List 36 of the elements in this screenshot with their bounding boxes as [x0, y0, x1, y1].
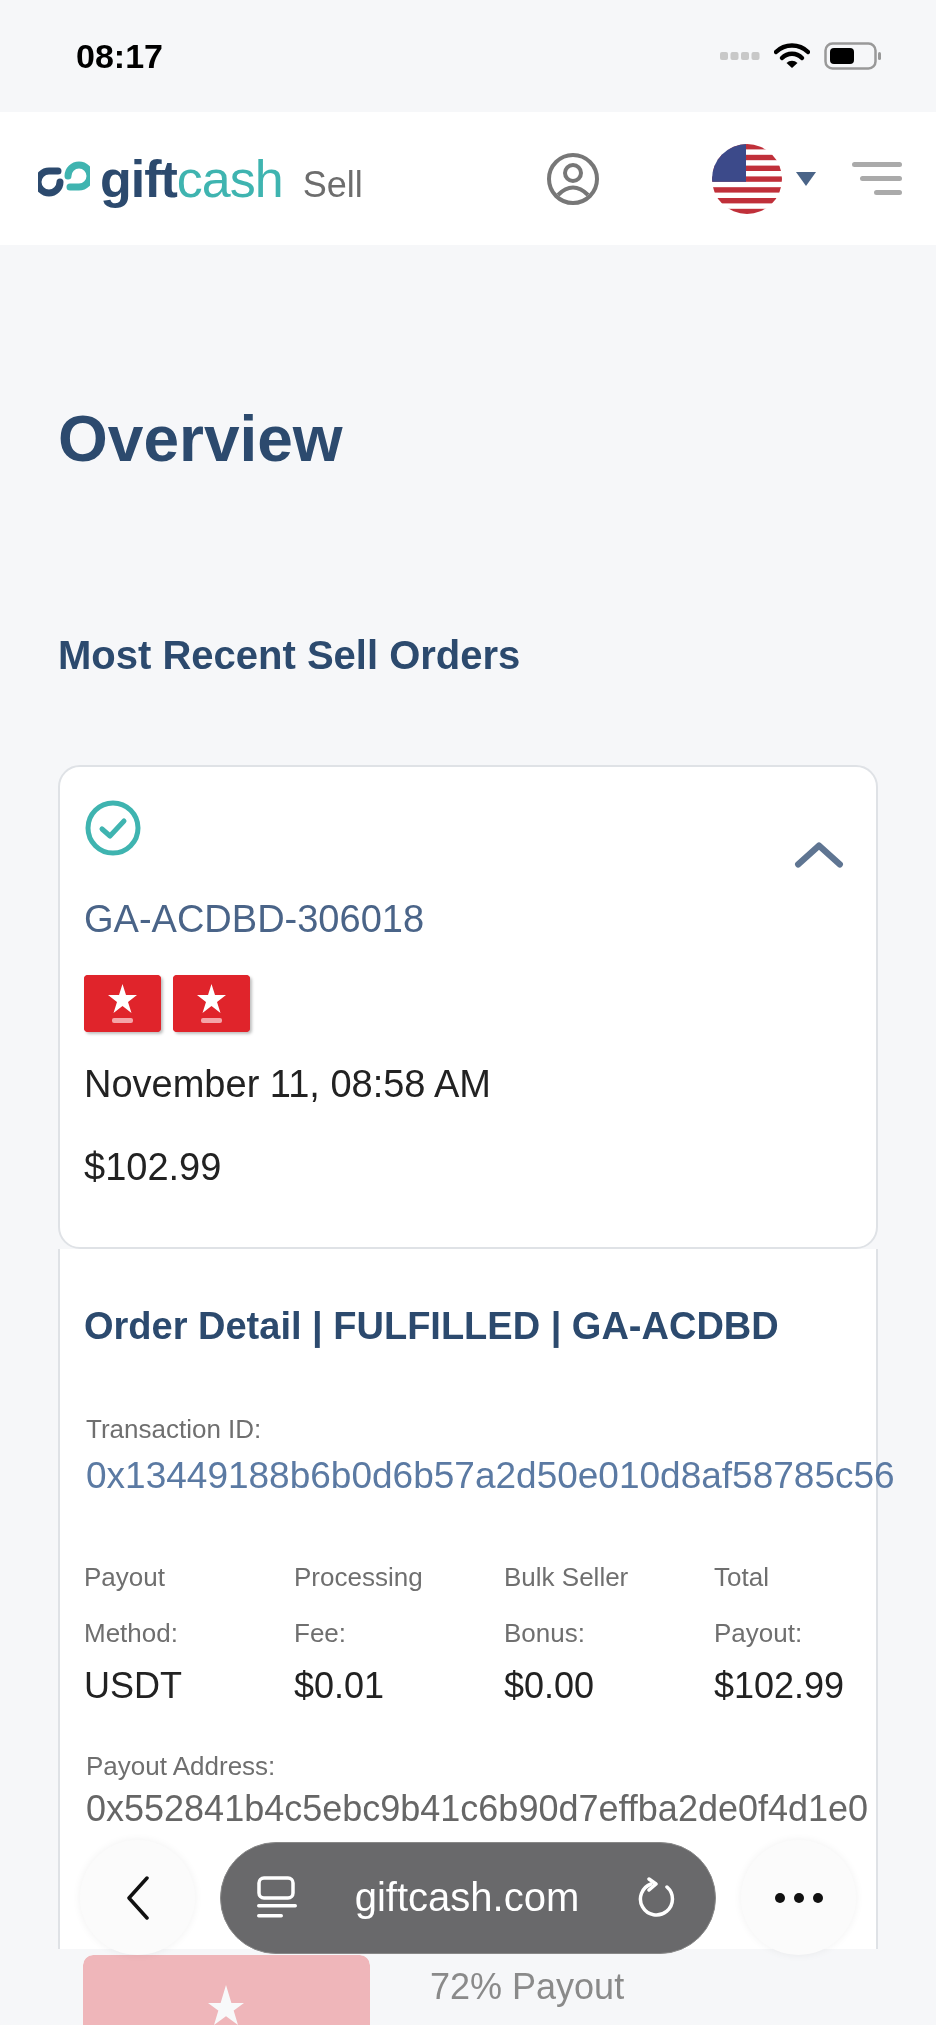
- summary-value: $0.01: [294, 1665, 385, 1707]
- more-icon: [774, 1892, 823, 1903]
- dropdown-caret-icon[interactable]: [796, 171, 816, 186]
- summary-label: Payout Method:: [84, 1561, 179, 1650]
- wifi-icon: [774, 42, 810, 70]
- summary-value: $0.00: [504, 1665, 595, 1707]
- status-time: 08:17: [76, 36, 163, 76]
- reload-icon[interactable]: [637, 1876, 677, 1919]
- payout-address: 0x552841b4c5ebc9b41c6b90d7effba2de0f4d1e0: [86, 1788, 869, 1830]
- payout-address-label: Payout Address:: [86, 1751, 276, 1782]
- reader-icon[interactable]: [257, 1875, 297, 1920]
- page-title: Overview: [58, 407, 344, 471]
- user-account-icon[interactable]: [546, 151, 600, 206]
- order-id: GA-ACDBD-306018: [84, 898, 425, 941]
- payout-text: 72% Payout: [430, 1967, 625, 2007]
- section-title: Most Recent Sell Orders: [58, 635, 522, 675]
- url-text: giftcash.com: [354, 1875, 580, 1920]
- transaction-label: Transaction ID:: [86, 1414, 262, 1445]
- section-label: Sell: [302, 163, 363, 206]
- transaction-id-link[interactable]: 0x13449188b6b0d6b57a2d50e010d8af58785c56: [86, 1455, 895, 1497]
- summary-value: $102.99: [714, 1665, 845, 1707]
- collapse-chevron-icon[interactable]: [794, 841, 844, 869]
- summary-label: Processing Fee:: [294, 1561, 424, 1650]
- flag-icon[interactable]: [712, 143, 782, 214]
- order-amount: $102.99: [84, 1146, 222, 1189]
- brand-name[interactable]: giftcash: [100, 148, 283, 209]
- address-bar[interactable]: giftcash.com: [220, 1841, 716, 1954]
- summary-value: USDT: [84, 1665, 182, 1707]
- battery-icon: [824, 41, 882, 71]
- signal-icon: [720, 51, 760, 61]
- back-icon: [125, 1875, 150, 1920]
- order-date: November 11, 08:58 AM: [84, 1063, 491, 1106]
- summary-label: Total Payout:: [714, 1561, 804, 1650]
- detail-title: Order Detail | FULFILLED | GA-ACDBD: [84, 1305, 779, 1348]
- summary-label: Bulk Seller Bonus:: [504, 1561, 630, 1650]
- order-card[interactable]: GA-ACDBD-306018 November 11, 08:58 AM $102.99: [58, 765, 878, 1249]
